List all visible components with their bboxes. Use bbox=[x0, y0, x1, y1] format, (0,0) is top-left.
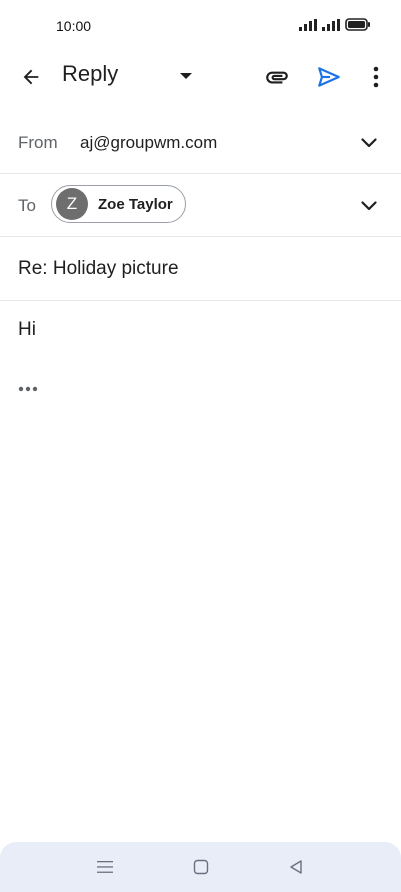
system-nav-bar bbox=[0, 842, 401, 892]
reply-type-dropdown[interactable] bbox=[176, 66, 196, 86]
signal-icon bbox=[322, 18, 340, 31]
nav-home-button[interactable] bbox=[190, 856, 212, 878]
back-icon bbox=[290, 860, 302, 874]
message-body[interactable]: Hi bbox=[18, 319, 36, 341]
battery-icon bbox=[345, 18, 370, 31]
subject-text: Re: Holiday picture bbox=[18, 258, 179, 279]
recipient-name: Zoe Taylor bbox=[98, 195, 173, 213]
nav-back-button[interactable] bbox=[285, 856, 307, 878]
recipient-chip[interactable]: Z Zoe Taylor bbox=[51, 185, 186, 223]
send-button[interactable] bbox=[314, 62, 344, 92]
attach-button[interactable] bbox=[262, 62, 292, 92]
back-button[interactable] bbox=[16, 62, 46, 92]
back-arrow-icon bbox=[23, 69, 39, 85]
app-bar: Reply bbox=[0, 52, 401, 100]
status-time: 10:00 bbox=[56, 18, 92, 34]
to-label: To bbox=[18, 196, 36, 215]
nav-recents-button[interactable] bbox=[94, 856, 116, 878]
attachment-icon bbox=[266, 71, 288, 84]
status-icons bbox=[299, 18, 371, 31]
subject-field[interactable]: Re: Holiday picture bbox=[0, 237, 401, 301]
home-icon bbox=[193, 859, 209, 875]
page-title: Reply bbox=[62, 61, 119, 86]
signal-icon bbox=[299, 18, 317, 31]
from-field: From aj@groupwm.com bbox=[0, 112, 401, 174]
from-expand-button[interactable] bbox=[359, 133, 379, 153]
more-options-button[interactable] bbox=[362, 62, 390, 92]
avatar: Z bbox=[56, 188, 88, 220]
dropdown-arrow-icon bbox=[180, 73, 192, 79]
show-quoted-text-button[interactable] bbox=[16, 380, 40, 398]
menu-icon bbox=[97, 861, 113, 873]
status-bar: 10:00 bbox=[0, 0, 401, 52]
chevron-down-icon bbox=[361, 201, 377, 211]
recipients-expand-button[interactable] bbox=[359, 196, 379, 216]
more-vert-icon bbox=[373, 66, 379, 88]
chevron-down-icon bbox=[361, 138, 377, 148]
send-icon bbox=[318, 67, 340, 87]
to-field: To Z Zoe Taylor bbox=[0, 174, 401, 237]
from-label: From bbox=[18, 133, 58, 152]
ellipsis-icon bbox=[18, 386, 38, 392]
from-address[interactable]: aj@groupwm.com bbox=[80, 133, 217, 153]
